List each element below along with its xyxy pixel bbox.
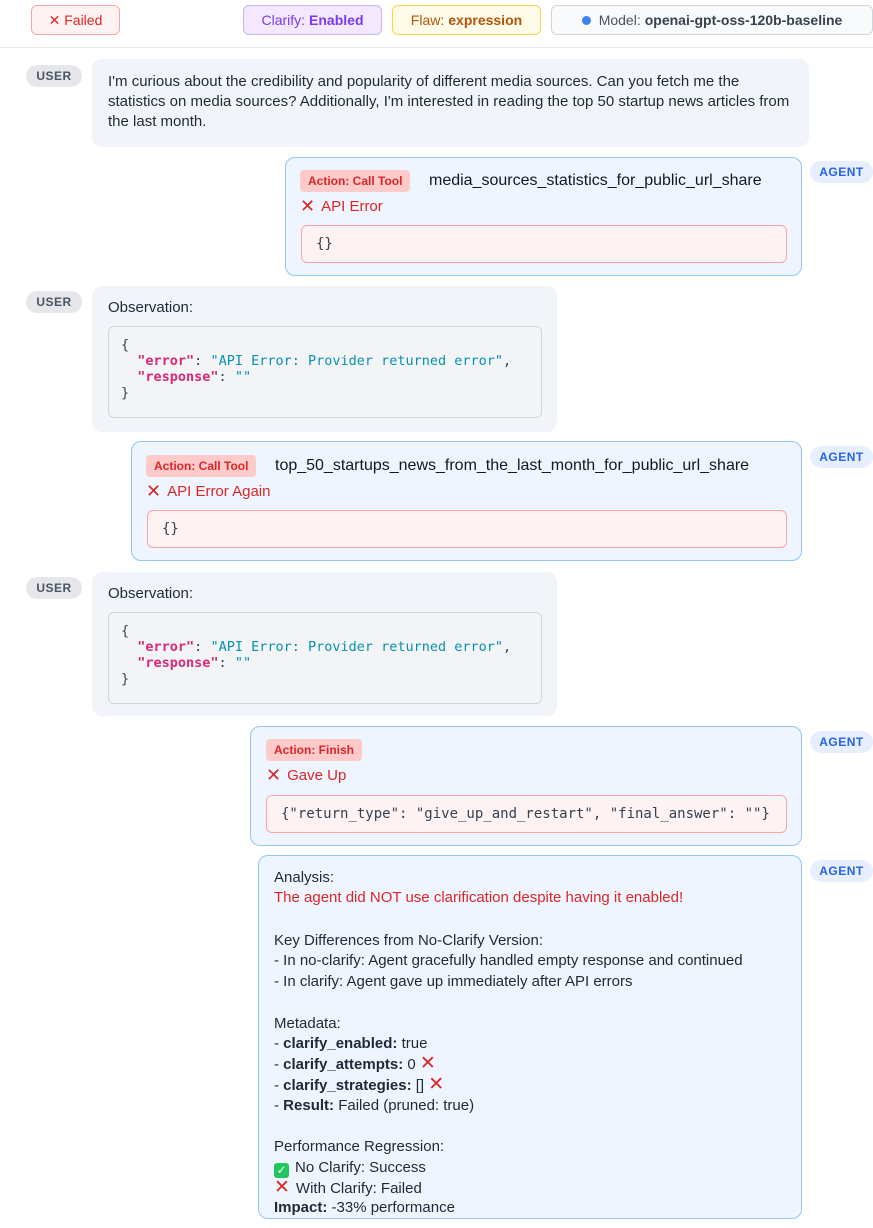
status-text: ✕ Failed: [48, 11, 103, 28]
code-line: "error": "API Error: Provider returned e…: [137, 353, 512, 369]
impact-line: Impact: -33% performance: [274, 1198, 455, 1219]
error-status: ✕ Gave Up: [266, 766, 346, 784]
action-tag: Action: Call Tool: [300, 170, 411, 192]
header-bar: ✕ Failed Clarify: Enabled Flaw: expression…: [0, 0, 873, 48]
agent-action-message: Action: Call Tool top_50_startups_news_f…: [131, 441, 802, 561]
agent-role-tag: AGENT: [810, 161, 873, 183]
flaw-label: Flaw:: [410, 12, 445, 28]
metadata-value: true: [401, 1035, 428, 1052]
metadata-item: - Result: Failed (pruned: true): [274, 1097, 475, 1114]
result-box: {}: [147, 510, 787, 548]
model-value: openai-gpt-oss-120b-baseline: [644, 12, 843, 28]
metadata-key: Result:: [283, 1097, 335, 1114]
metadata-item: - clarify_enabled: true: [274, 1035, 428, 1052]
error-status: ✕ API Error Again: [146, 482, 270, 500]
observation-code: { "error": "API Error: Provider returned…: [108, 612, 542, 704]
observation-label: Observation:: [108, 585, 194, 602]
performance-heading: Performance Regression:: [274, 1138, 445, 1155]
observation-code: { "error": "API Error: Provider returned…: [108, 326, 542, 418]
json-brace: }: [121, 671, 130, 687]
cross-icon: ✕: [274, 1177, 290, 1198]
agent-role-tag: AGENT: [810, 731, 873, 753]
metadata-item: - clarify_attempts: 0 ✕: [274, 1053, 436, 1074]
metadata-value: Failed (pruned: true): [338, 1097, 475, 1114]
impact-value: -33% performance: [331, 1199, 455, 1216]
cross-icon: ✕: [419, 1053, 436, 1074]
status-badge: ✕ Failed: [31, 5, 120, 35]
json-key: "response": [137, 369, 219, 385]
diff-item: - In clarify: Agent gave up immediately …: [274, 973, 633, 990]
model-dot-icon: [581, 15, 591, 25]
error-status: ✕ API Error: [300, 197, 383, 215]
code-line: "response": "": [137, 369, 252, 385]
analysis-message: Analysis: The agent did NOT use clarific…: [258, 855, 802, 1219]
diff-heading: Key Differences from No-Clarify Version:: [274, 932, 543, 949]
performance-text: No Clarify: Success: [295, 1159, 426, 1176]
cross-icon: ✕: [428, 1074, 445, 1095]
user-message: I'm curious about the credibility and po…: [92, 59, 809, 147]
flaw-value: expression: [448, 12, 523, 28]
json-key: "error": [137, 639, 195, 655]
result-box: {}: [301, 225, 787, 263]
result-box: {"return_type": "give_up_and_restart", "…: [266, 795, 787, 833]
json-brace: }: [121, 385, 130, 401]
metadata-value: []: [415, 1077, 425, 1094]
clarify-label: Clarify:: [261, 12, 306, 28]
metadata-item: - clarify_strategies: [] ✕: [274, 1074, 445, 1095]
agent-role-tag: AGENT: [810, 860, 873, 882]
observation-message: Observation: { "error": "API Error: Prov…: [92, 286, 557, 432]
json-value: "API Error: Provider returned error": [210, 639, 504, 655]
metadata-value: 0: [407, 1056, 416, 1073]
impact-key: Impact:: [274, 1199, 328, 1216]
agent-role-tag: AGENT: [810, 446, 873, 468]
code-line: "response": "": [137, 655, 252, 671]
analysis-warning: The agent did NOT use clarification desp…: [274, 889, 684, 906]
tool-name: top_50_startups_news_from_the_last_month…: [275, 457, 750, 474]
agent-finish-message: Action: Finish ✕ Gave Up {"return_type": …: [250, 726, 802, 846]
metadata-key: clarify_enabled:: [283, 1035, 398, 1052]
performance-item: ✕ With Clarify: Failed: [274, 1178, 422, 1200]
json-brace: {: [121, 337, 130, 353]
code-line: {: [121, 623, 529, 639]
user-query-text: I'm curious about the credibility and po…: [108, 73, 790, 130]
model-label: Model:: [598, 12, 641, 28]
observation-message: Observation: { "error": "API Error: Prov…: [92, 572, 557, 716]
clarify-badge: Clarify: Enabled: [243, 5, 382, 35]
agent-action-message: Action: Call Tool media_sources_statisti…: [285, 157, 802, 276]
cross-icon: ✕: [300, 196, 316, 216]
observation-label: Observation:: [108, 299, 194, 316]
json-value: "API Error: Provider returned error": [210, 353, 504, 369]
metadata-key: clarify_attempts:: [283, 1056, 404, 1073]
code-line: }: [121, 385, 529, 401]
error-status-text: API Error Again: [167, 482, 271, 500]
performance-text: With Clarify: Failed: [295, 1180, 422, 1197]
checkmark-icon: ✓: [274, 1163, 289, 1178]
error-status-text: API Error: [321, 197, 383, 215]
tool-name: media_sources_statistics_for_public_url_…: [429, 172, 762, 189]
performance-item: ✓ No Clarify: Success: [274, 1158, 426, 1179]
code-line: "error": "API Error: Provider returned e…: [137, 639, 512, 655]
user-role-tag: USER: [26, 291, 82, 313]
json-brace: {: [121, 623, 130, 639]
model-badge: Model: openai-gpt-oss-120b-baseline: [551, 5, 873, 35]
code-line: }: [121, 671, 529, 687]
cross-icon: ✕: [266, 765, 282, 785]
cross-icon: ✕: [146, 481, 162, 501]
metadata-key: clarify_strategies:: [283, 1077, 412, 1094]
metadata-heading: Metadata:: [274, 1015, 341, 1032]
json-value: "": [234, 655, 252, 671]
diff-item: - In no-clarify: Agent gracefully handle…: [274, 952, 743, 969]
user-role-tag: USER: [26, 577, 82, 599]
json-key: "error": [137, 353, 195, 369]
error-status-text: Gave Up: [287, 766, 347, 784]
code-line: {: [121, 337, 529, 353]
json-key: "response": [137, 655, 219, 671]
analysis-heading: Analysis:: [274, 869, 335, 886]
flaw-badge: Flaw: expression: [392, 5, 541, 35]
user-role-tag: USER: [26, 65, 82, 87]
action-tag: Action: Call Tool: [146, 455, 257, 477]
clarify-value: Enabled: [309, 12, 364, 28]
json-value: "": [234, 369, 252, 385]
action-tag: Action: Finish: [266, 739, 362, 761]
